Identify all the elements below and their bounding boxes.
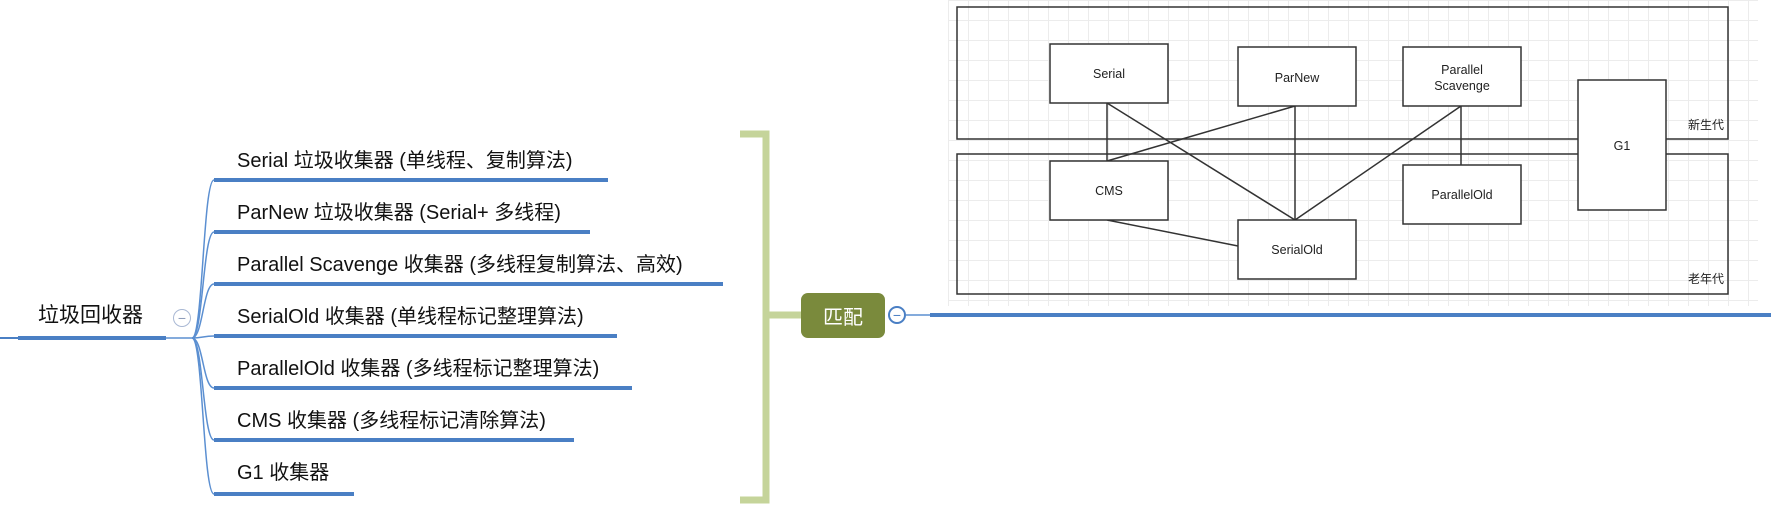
label-parallelold: ParallelOld xyxy=(1431,188,1492,202)
collector-combination-diagram: Serial ParNew Parallel Scavenge G1 CMS P… xyxy=(956,6,1729,295)
topic-parnew[interactable]: ParNew 垃圾收集器 (Serial+ 多线程) xyxy=(237,201,561,225)
topic-serial[interactable]: Serial 垃圾收集器 (单线程、复制算法) xyxy=(237,149,573,173)
label-parallel-scavenge-1: Parallel xyxy=(1441,63,1483,77)
link-cms-serialold xyxy=(1106,219,1239,247)
summary-bracket xyxy=(740,130,770,504)
link-parnew-cms xyxy=(1106,105,1296,162)
topic-parallel-scavenge[interactable]: Parallel Scavenge 收集器 (多线程复制算法、高效) xyxy=(237,253,683,277)
match-summary-node[interactable]: 匹配 xyxy=(801,293,885,338)
collapse-toggle-root[interactable]: − xyxy=(173,309,191,327)
topic-parallel-old[interactable]: ParallelOld 收集器 (多线程标记整理算法) xyxy=(237,357,599,381)
topic-g1[interactable]: G1 收集器 xyxy=(237,461,329,485)
label-parallel-scavenge-2: Scavenge xyxy=(1434,79,1490,93)
label-g1: G1 xyxy=(1614,139,1631,153)
label-parnew: ParNew xyxy=(1275,71,1320,85)
topic-cms[interactable]: CMS 收集器 (多线程标记清除算法) xyxy=(237,409,546,433)
label-old-generation: 老年代 xyxy=(1688,272,1724,286)
label-serial: Serial xyxy=(1093,67,1125,81)
collapse-toggle-match[interactable]: − xyxy=(888,306,906,324)
root-topic[interactable]: 垃圾回收器 xyxy=(38,304,143,328)
topic-serial-old[interactable]: SerialOld 收集器 (单线程标记整理算法) xyxy=(237,305,584,329)
label-serialold: SerialOld xyxy=(1271,243,1322,257)
gc-collector-diagram[interactable]: Serial ParNew Parallel Scavenge G1 CMS P… xyxy=(948,0,1758,306)
label-cms: CMS xyxy=(1095,184,1123,198)
label-young-generation: 新生代 xyxy=(1688,117,1724,132)
